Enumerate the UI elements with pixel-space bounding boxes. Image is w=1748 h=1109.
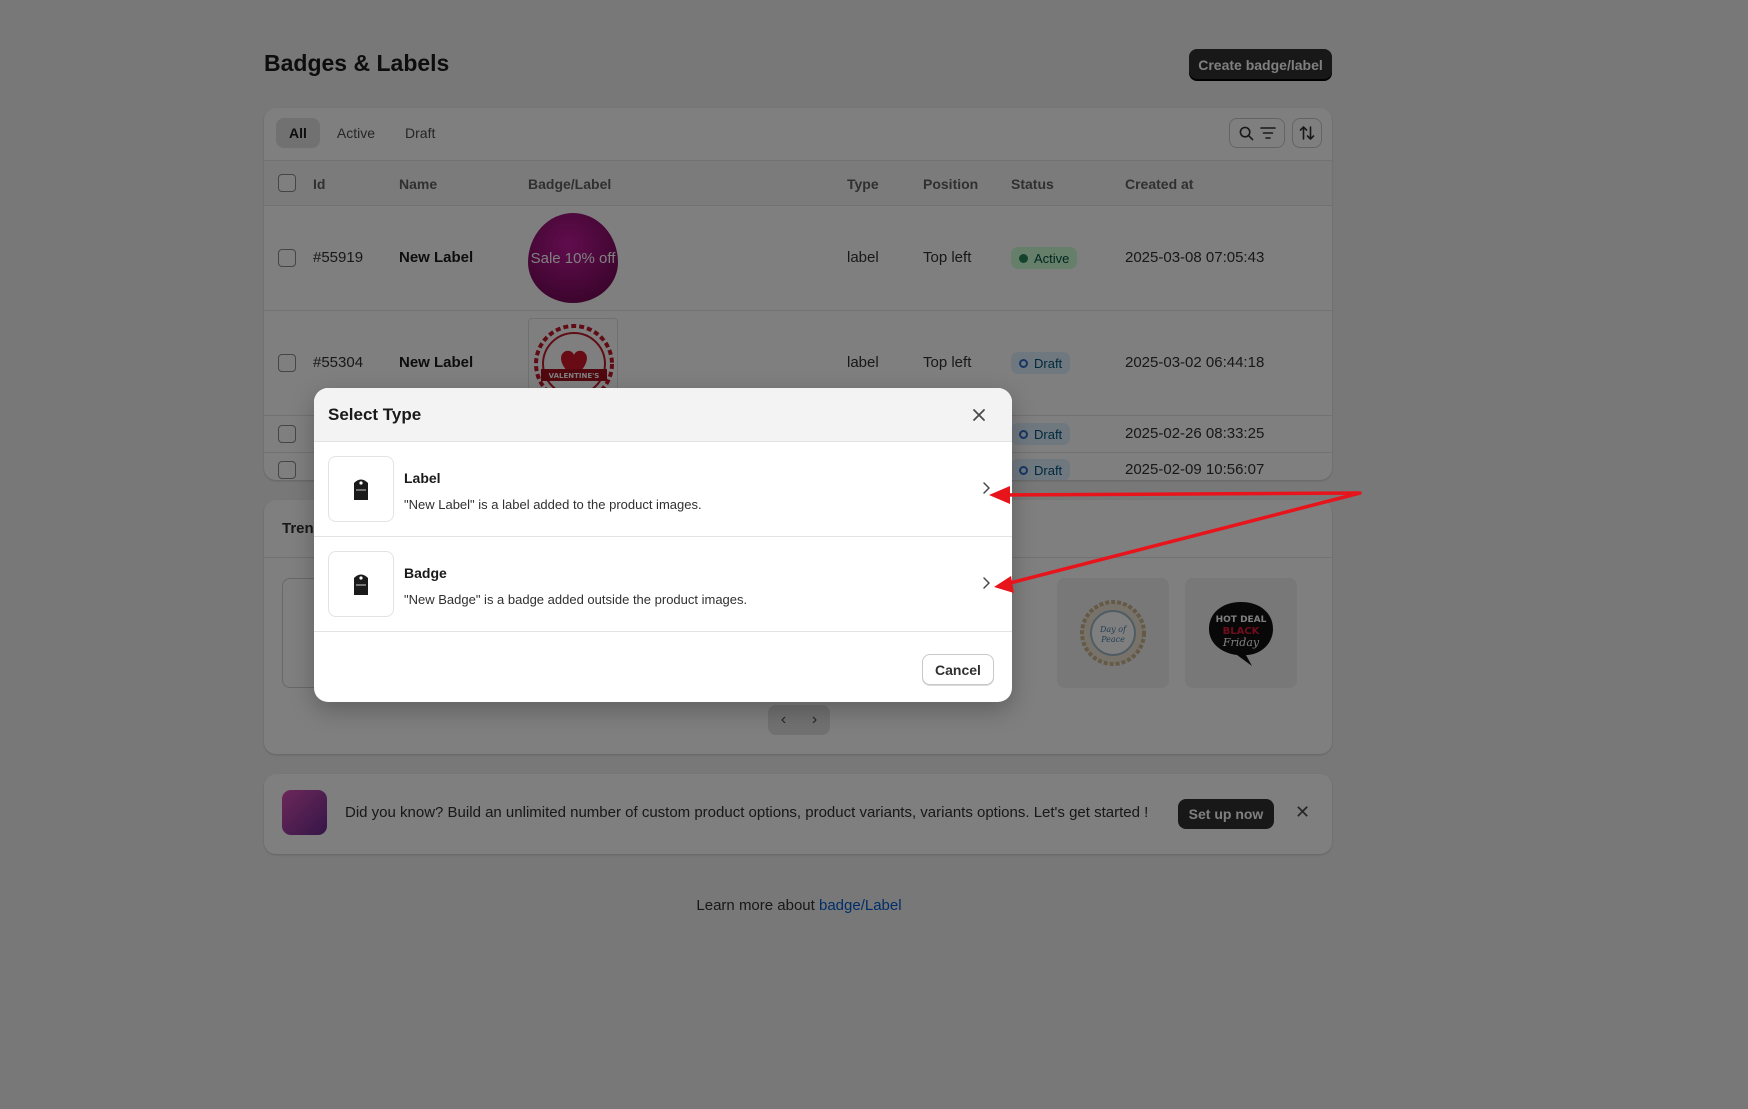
chevron-right-icon[interactable] (980, 575, 992, 591)
select-type-modal: Select Type Label "New Label" is a label… (314, 388, 1012, 702)
modal-title: Select Type (328, 405, 422, 424)
modal-footer: Cancel (314, 634, 1012, 702)
tag-icon (328, 551, 394, 617)
close-icon[interactable] (968, 404, 990, 426)
option-badge-title: Badge (404, 565, 447, 581)
option-badge-desc: "New Badge" is a badge added outside the… (404, 592, 748, 607)
modal-header: Select Type (314, 388, 1012, 442)
option-label-title: Label (404, 470, 441, 486)
cancel-button[interactable]: Cancel (922, 654, 994, 685)
option-badge[interactable]: Badge "New Badge" is a badge added outsi… (314, 537, 1012, 632)
tag-icon (328, 456, 394, 522)
option-label[interactable]: Label "New Label" is a label added to th… (314, 442, 1012, 537)
chevron-right-icon[interactable] (980, 480, 992, 496)
option-label-desc: "New Label" is a label added to the prod… (404, 497, 702, 512)
page: Badges & Labels Create badge/label All A… (0, 0, 1748, 1109)
